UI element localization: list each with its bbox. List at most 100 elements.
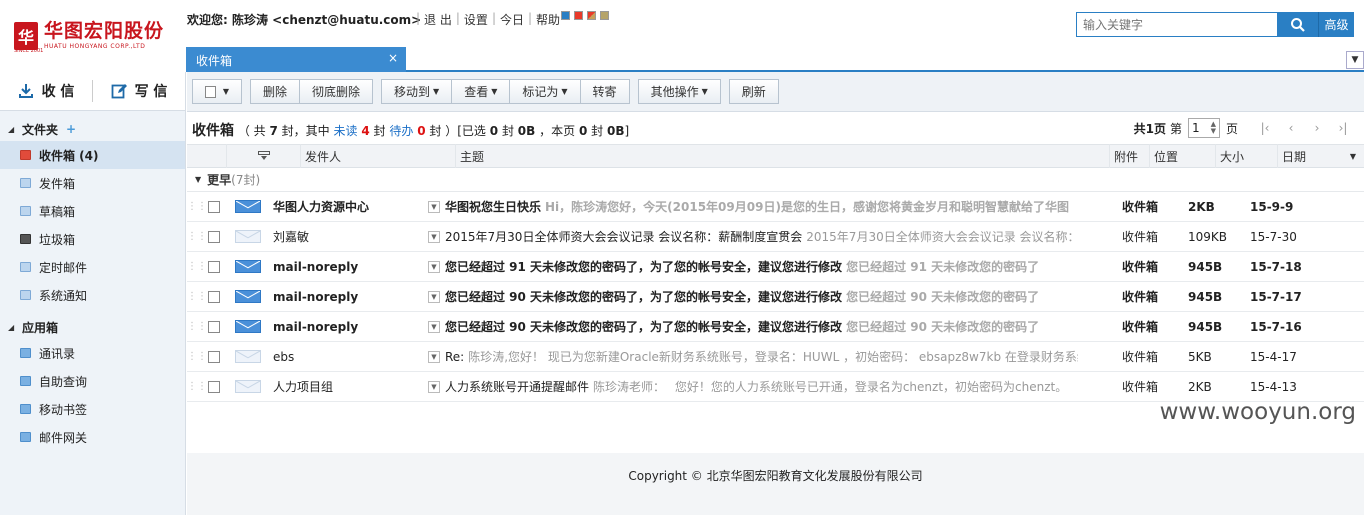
purge-button[interactable]: 彻底删除 [300, 79, 374, 104]
sidebar-item-self-service[interactable]: 自助查询 [0, 367, 185, 395]
column-picker-icon[interactable] [227, 144, 301, 168]
skin-gold-swatch[interactable] [600, 11, 609, 20]
page-title: 收件箱 [192, 123, 234, 139]
tab-list-dropdown-icon[interactable]: ▼ [1346, 51, 1364, 69]
table-row[interactable]: ⋮⋮ 华图人力资源中心 ▼ 华图祝您生日快乐 Hi，陈珍涛您好，今天(2015年09… [187, 192, 1364, 222]
sidebar-item-mail-gateway[interactable]: 邮件网关 [0, 423, 185, 451]
prev-page-icon[interactable]: ‹ [1278, 121, 1304, 135]
column-date[interactable]: 日期 ▼ [1278, 144, 1364, 168]
drag-handle-icon[interactable]: ⋮⋮ [187, 351, 207, 362]
read-mail-icon [235, 230, 261, 243]
view-button[interactable]: 查看 ▼ [452, 79, 511, 104]
drag-handle-icon[interactable]: ⋮⋮ [187, 291, 207, 302]
mark-as-button[interactable]: 标记为 ▼ [510, 79, 581, 104]
drag-handle-icon[interactable]: ⋮⋮ [187, 231, 207, 242]
chevron-down-icon[interactable]: ▼ [428, 320, 440, 333]
folders-group-header[interactable]: ◢ 文件夹 + [0, 111, 185, 141]
move-to-label: 移动到 [394, 85, 431, 99]
unread-link[interactable]: 未读 [334, 124, 358, 138]
row-checkbox[interactable] [208, 320, 220, 333]
chevron-down-icon[interactable]: ▼ [428, 230, 440, 243]
location: 收件箱 [1122, 290, 1159, 304]
last-page-icon[interactable]: ›| [1330, 121, 1356, 135]
help-link[interactable]: 帮助 [532, 11, 564, 28]
location: 收件箱 [1122, 260, 1159, 274]
collapse-icon: ◢ [8, 124, 15, 134]
skin-red-swatch[interactable] [574, 11, 583, 20]
close-icon[interactable]: × [388, 51, 398, 65]
move-to-button[interactable]: 移动到 ▼ [381, 79, 453, 104]
table-row[interactable]: ⋮⋮ mail-noreply ▼ 您已经超过 90 天未修改您的密码了，为了您的… [187, 312, 1364, 342]
copyright-text: Copyright © 北京华图宏阳教育文化发展股份有限公司 [628, 469, 923, 483]
sidebar-item-contacts[interactable]: 通讯录 [0, 339, 185, 367]
bookmark-icon [20, 404, 31, 414]
sidebar-item-inbox[interactable]: 收件箱 (4) [0, 141, 185, 169]
column-location[interactable]: 位置 [1150, 144, 1216, 168]
table-row[interactable]: ⋮⋮ mail-noreply ▼ 您已经超过 90 天未修改您的密码了，为了您的… [187, 282, 1364, 312]
row-checkbox[interactable] [208, 380, 220, 393]
table-row[interactable]: ⋮⋮ 刘嘉敏 ▼ 2015年7月30日全体师资大会会议记录 会议名称：薪酬制度宣贯… [187, 222, 1364, 252]
size: 945B [1188, 289, 1223, 304]
add-folder-icon[interactable]: + [66, 122, 76, 136]
tab-inbox[interactable]: 收件箱 × [186, 47, 406, 72]
chevron-down-icon[interactable]: ▼ [428, 260, 440, 273]
row-checkbox[interactable] [208, 260, 220, 273]
sender: mail-noreply [273, 319, 359, 334]
skin-blue-swatch[interactable] [561, 11, 570, 20]
drag-handle-icon[interactable]: ⋮⋮ [187, 321, 207, 332]
advanced-search-button[interactable]: 高级 [1318, 12, 1354, 37]
sidebar-item-system-notices[interactable]: 系统通知 [0, 281, 185, 309]
chevron-down-icon[interactable]: ▼ [428, 200, 440, 213]
select-all-dropdown[interactable]: ▼ [192, 79, 242, 104]
table-row[interactable]: ⋮⋮ 人力项目组 ▼ 人力系统账号开通提醒邮件 陈珍涛老师： 您好！您的人力系统账号… [187, 372, 1364, 402]
column-attachment[interactable]: 附件 [1110, 144, 1150, 168]
todo-link[interactable]: 待办 [389, 124, 413, 138]
drag-handle-icon[interactable]: ⋮⋮ [187, 201, 207, 212]
summary-text: 封 [501, 124, 514, 138]
settings-link[interactable]: 设置 [460, 11, 492, 28]
row-checkbox[interactable] [208, 200, 220, 213]
receive-button[interactable]: 收 信 [0, 72, 92, 111]
forward-button[interactable]: 转寄 [580, 79, 630, 104]
sidebar-item-outbox[interactable]: 发件箱 [0, 169, 185, 197]
folder-icon [20, 206, 31, 216]
sidebar-item-drafts[interactable]: 草稿箱 [0, 197, 185, 225]
chevron-down-icon[interactable]: ▼ [428, 350, 440, 363]
group-earlier[interactable]: ▼ 更早 (7封) [187, 168, 1364, 192]
size: 2KB [1188, 379, 1212, 394]
total-pages: 共1页 [1133, 121, 1166, 136]
more-actions-button[interactable]: 其他操作 ▼ [637, 79, 721, 104]
row-checkbox[interactable] [208, 230, 220, 243]
sidebar-item-label: 自助查询 [39, 374, 88, 389]
search-button[interactable] [1278, 12, 1318, 37]
skin-mixed-swatch[interactable] [587, 11, 596, 20]
size: 945B [1188, 319, 1223, 334]
read-mail-icon [235, 350, 261, 363]
page-stepper[interactable]: 1 ▲ ▼ [1187, 118, 1220, 138]
sidebar-item-trash[interactable]: 垃圾箱 [0, 225, 185, 253]
today-link[interactable]: 今日 [496, 11, 528, 28]
table-row[interactable]: ⋮⋮ ebs ▼ Re: 陈珍涛,您好！ 现已为您新建Oracle新财务系统账号，登… [187, 342, 1364, 372]
compose-button[interactable]: 写 信 [93, 72, 185, 111]
table-row[interactable]: ⋮⋮ mail-noreply ▼ 您已经超过 91 天未修改您的密码了，为了您的… [187, 252, 1364, 282]
drag-handle-icon[interactable]: ⋮⋮ [187, 261, 207, 272]
sidebar-item-label: 通讯录 [39, 346, 76, 361]
drag-handle-icon[interactable]: ⋮⋮ [187, 381, 207, 392]
sidebar-item-scheduled[interactable]: 定时邮件 [0, 253, 185, 281]
column-subject[interactable]: 主题 [456, 144, 1110, 168]
next-page-icon[interactable]: › [1304, 121, 1330, 135]
apps-group-header[interactable]: ◢ 应用箱 [0, 309, 185, 339]
refresh-button[interactable]: 刷新 [728, 79, 779, 104]
search-input[interactable] [1076, 12, 1278, 37]
first-page-icon[interactable]: |‹ [1252, 121, 1278, 135]
column-sender[interactable]: 发件人 [301, 144, 456, 168]
column-date-label: 日期 [1282, 149, 1307, 164]
row-checkbox[interactable] [208, 290, 220, 303]
sidebar-item-bookmarks[interactable]: 移动书签 [0, 395, 185, 423]
delete-button[interactable]: 删除 [250, 79, 301, 104]
row-checkbox[interactable] [208, 350, 220, 363]
column-size[interactable]: 大小 [1216, 144, 1278, 168]
logout-link[interactable]: 退 出 [420, 11, 456, 28]
chevron-down-icon[interactable]: ▼ [428, 380, 440, 393]
chevron-down-icon[interactable]: ▼ [428, 290, 440, 303]
